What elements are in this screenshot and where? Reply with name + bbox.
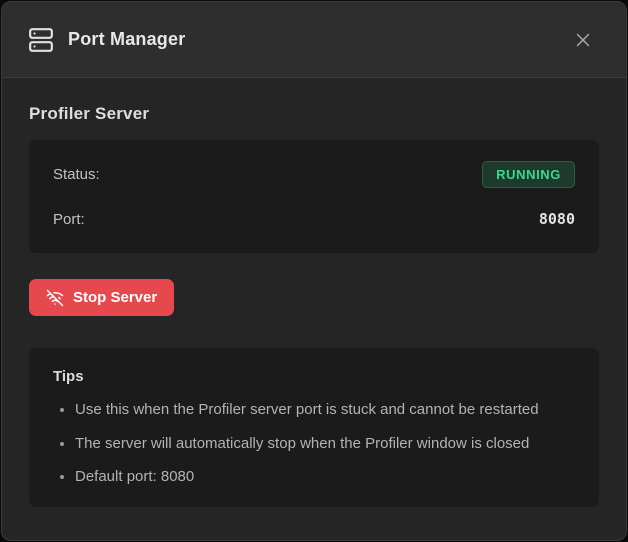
server-icon xyxy=(28,27,54,53)
dialog-header: Port Manager xyxy=(2,2,626,78)
tips-list: Use this when the Profiler server port i… xyxy=(53,400,575,487)
close-icon xyxy=(572,29,594,51)
stop-server-button[interactable]: Stop Server xyxy=(29,279,174,316)
port-row: Port: 8080 xyxy=(53,205,575,233)
tips-heading: Tips xyxy=(53,368,575,385)
close-button[interactable] xyxy=(566,23,600,57)
status-row: Status: RUNNING xyxy=(53,160,575,188)
wifi-off-icon xyxy=(46,289,64,307)
dialog-title: Port Manager xyxy=(68,29,566,50)
status-label: Status: xyxy=(53,166,100,183)
section-heading-profiler-server: Profiler Server xyxy=(29,104,599,124)
tip-item: Default port: 8080 xyxy=(75,467,575,487)
dialog-body: Profiler Server Status: RUNNING Port: 80… xyxy=(2,78,626,507)
tips-panel: Tips Use this when the Profiler server p… xyxy=(29,348,599,507)
port-manager-dialog: Port Manager Profiler Server Status: RUN… xyxy=(1,1,627,541)
status-badge: RUNNING xyxy=(482,161,575,188)
tip-item: The server will automatically stop when … xyxy=(75,434,575,454)
port-label: Port: xyxy=(53,211,85,228)
port-value: 8080 xyxy=(539,210,575,228)
tip-item: Use this when the Profiler server port i… xyxy=(75,400,575,420)
status-panel: Status: RUNNING Port: 8080 xyxy=(29,140,599,253)
stop-server-button-label: Stop Server xyxy=(73,289,157,306)
